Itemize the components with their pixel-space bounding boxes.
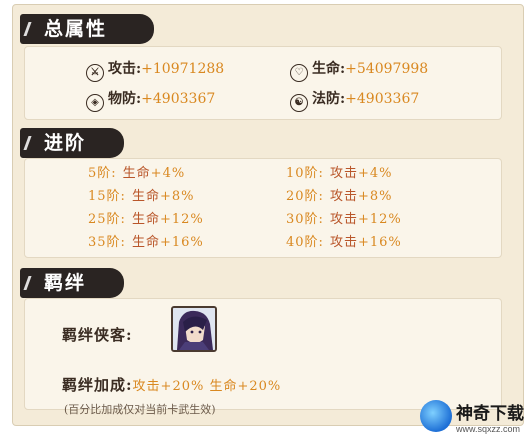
watermark-url: www.sqxzz.com [456,423,521,434]
advance-level: 25阶: [88,212,126,227]
pdef-value: +4903367 [141,91,216,107]
advance-effect: 攻击 [329,189,358,204]
advance-effect: 生命 [131,235,160,250]
advance-level: 5阶: [88,166,117,181]
advance-percent: +16% [159,235,204,250]
advance-level: 20阶: [286,189,324,204]
advance-title: 进阶 [44,132,87,154]
advance-percent: +8% [357,189,393,204]
advance-row-left: 15阶: 生命+8% [88,185,194,204]
bond-hero-avatar[interactable] [171,306,217,352]
mdef-value: +4903367 [345,91,420,107]
advance-level: 10阶: [286,166,324,181]
total-attributes-title: 总属性 [44,18,108,40]
bond-bonus-label: 羁绊加成: [62,376,133,394]
advance-percent: +8% [159,189,195,204]
advance-row-left: 35阶: 生命+16% [88,231,204,250]
pdef-label: 物防: [108,91,142,107]
mdef-stat: ☯ 法防:+4903367 [290,88,419,112]
bond-note: (百分比加成仅对当前卡武生效) [64,403,216,416]
advance-row-right: 20阶: 攻击+8% [286,185,392,204]
advance-row-left: 25阶: 生命+12% [88,208,204,227]
advance-level: 35阶: [88,235,126,250]
advance-level: 40阶: [286,235,324,250]
advance-header: 进阶 [20,128,124,158]
advance-percent: +12% [357,212,402,227]
attack-value: +10971288 [141,61,225,77]
advance-effect: 生命 [131,212,160,227]
site-logo-icon [420,400,452,432]
pdef-stat: ◈ 物防:+4903367 [86,88,215,112]
advance-percent: +16% [357,235,402,250]
shield-icon: ◈ [86,94,104,112]
advance-percent: +4% [357,166,393,181]
hp-stat: ♡ 生命:+54097998 [290,58,428,82]
yin-yang-icon: ☯ [290,94,308,112]
total-attributes-header: 总属性 [20,14,154,44]
advance-effect: 攻击 [329,212,358,227]
hero-portrait-icon [173,308,215,350]
advance-percent: +12% [159,212,204,227]
attack-label: 攻击: [108,61,142,77]
attack-stat: ⚔ 攻击:+10971288 [86,58,224,82]
watermark-name: 神奇下载 [456,403,524,423]
watermark: 神奇下载 www.sqxzz.com [420,397,528,435]
advance-percent: +4% [150,166,186,181]
advance-row-right: 40阶: 攻击+16% [286,231,402,250]
advance-row-right: 10阶: 攻击+4% [286,162,392,181]
advance-level: 30阶: [286,212,324,227]
hp-label: 生命: [312,61,346,77]
mdef-label: 法防: [312,91,346,107]
heart-icon: ♡ [290,64,308,82]
advance-row-right: 30阶: 攻击+12% [286,208,402,227]
hp-value: +54097998 [345,61,429,77]
advance-effect: 生命 [131,189,160,204]
advance-effect: 生命 [122,166,151,181]
bond-header: 羁绊 [20,268,124,298]
advance-row-left: 5阶: 生命+4% [88,162,185,181]
bond-bonus-row: 羁绊加成:攻击+20% 生命+20% [62,374,281,395]
attack-icon: ⚔ [86,64,104,82]
advance-effect: 攻击 [329,166,358,181]
bond-bonus-text: 攻击+20% 生命+20% [132,379,282,394]
advance-effect: 攻击 [329,235,358,250]
bond-title: 羁绊 [44,272,87,294]
bond-hero-label: 羁绊侠客: [62,326,133,344]
advance-level: 15阶: [88,189,126,204]
